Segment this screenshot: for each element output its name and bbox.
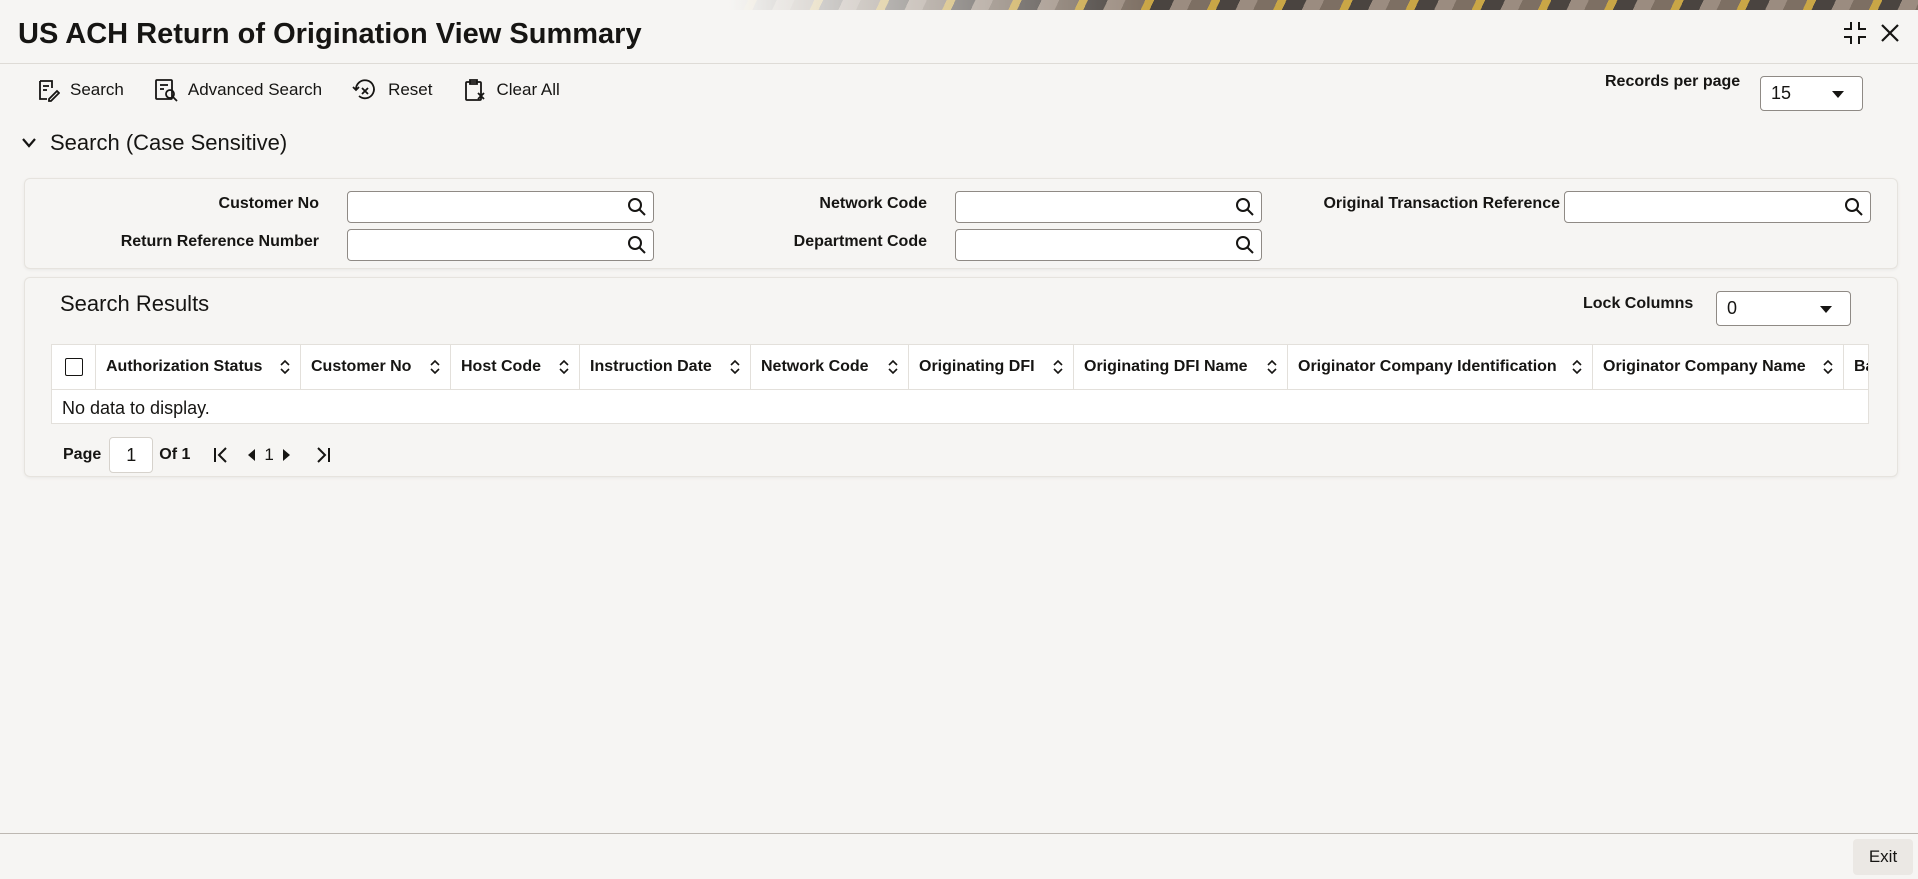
column-label: Instruction Date	[590, 358, 712, 375]
sort-icon	[1267, 359, 1277, 375]
return-reference-number-field[interactable]	[347, 229, 654, 262]
advanced-search-button[interactable]: Advanced Search	[154, 78, 322, 102]
table-header-row: Authorization Status Customer No Host Co…	[52, 345, 1868, 390]
column-originator-company-name[interactable]: Originator Company Name	[1593, 345, 1844, 389]
lock-columns-label: Lock Columns	[1583, 295, 1694, 312]
clear-all-icon	[464, 79, 485, 101]
column-truncated[interactable]: Ba	[1844, 345, 1868, 389]
column-label: Network Code	[761, 358, 869, 375]
search-criteria-panel: Customer No Network Code Original Transa…	[24, 178, 1898, 269]
select-all-cell	[52, 345, 96, 389]
column-originating-dfi-name[interactable]: Originating DFI Name	[1074, 345, 1288, 389]
clear-all-button-label: Clear All	[496, 80, 560, 99]
header-banner-fade	[0, 0, 1918, 10]
department-code-label: Department Code	[793, 233, 927, 250]
records-per-page-select[interactable]: 15	[1760, 76, 1863, 111]
lock-columns-select[interactable]: 0	[1716, 291, 1851, 326]
magnifier-icon[interactable]	[1235, 235, 1255, 260]
column-instruction-date[interactable]: Instruction Date	[580, 345, 751, 389]
results-table: Authorization Status Customer No Host Co…	[51, 344, 1869, 424]
empty-table-message: No data to display.	[62, 398, 210, 418]
department-code-input[interactable]	[956, 230, 1210, 262]
column-label: Authorization Status	[106, 358, 263, 375]
network-code-field[interactable]	[955, 191, 1262, 224]
column-label: Originator Company Identification	[1298, 358, 1557, 375]
sort-icon	[559, 359, 569, 375]
return-reference-number-label: Return Reference Number	[120, 233, 319, 250]
first-page-icon[interactable]	[212, 446, 230, 464]
column-label: Ba	[1854, 358, 1868, 375]
chevron-down-icon	[22, 138, 36, 148]
maximize-icon[interactable]	[1842, 20, 1868, 51]
department-code-field[interactable]	[955, 229, 1262, 262]
advanced-search-icon	[154, 79, 178, 102]
search-section-title: Search (Case Sensitive)	[50, 130, 288, 155]
page-count-label: Of 1	[159, 446, 191, 463]
search-section-toggle[interactable]: Search (Case Sensitive)	[22, 130, 287, 156]
column-originator-company-identification[interactable]: Originator Company Identification	[1288, 345, 1593, 389]
column-label: Originator Company Name	[1603, 358, 1806, 375]
next-page-icon[interactable]	[282, 448, 292, 462]
original-transaction-reference-field[interactable]	[1564, 191, 1871, 224]
magnifier-icon[interactable]	[627, 197, 647, 222]
last-page-icon[interactable]	[314, 446, 332, 464]
customer-no-label: Customer No	[218, 195, 319, 212]
sort-icon	[280, 359, 290, 375]
page-number-input[interactable]: 1	[109, 437, 154, 473]
dropdown-caret-icon	[1832, 90, 1844, 98]
toolbar: Search Advanced Search Reset Clear All	[36, 78, 560, 102]
title-divider	[0, 63, 1918, 64]
search-button[interactable]: Search	[36, 78, 124, 102]
sort-icon	[430, 359, 440, 375]
lock-columns-value: 0	[1727, 298, 1738, 318]
network-code-input[interactable]	[956, 192, 1210, 224]
sort-icon	[1823, 359, 1833, 375]
dropdown-caret-icon	[1820, 305, 1832, 313]
column-label: Originating DFI	[919, 358, 1035, 375]
column-originating-dfi[interactable]: Originating DFI	[909, 345, 1074, 389]
column-label: Originating DFI Name	[1084, 358, 1248, 375]
sort-icon	[1572, 359, 1582, 375]
column-customer-no[interactable]: Customer No	[301, 345, 451, 389]
magnifier-icon[interactable]	[1235, 197, 1255, 222]
current-page-link[interactable]: 1	[264, 445, 273, 465]
network-code-label: Network Code	[819, 195, 927, 212]
reset-button-label: Reset	[388, 80, 433, 99]
magnifier-icon[interactable]	[1844, 197, 1864, 222]
records-per-page-value: 15	[1771, 83, 1792, 103]
customer-no-field[interactable]	[347, 191, 654, 224]
records-per-page-label: Records per page	[1605, 73, 1741, 90]
page-title: US ACH Return of Origination View Summar…	[18, 18, 642, 50]
customer-no-input[interactable]	[348, 192, 602, 224]
clear-all-button[interactable]: Clear All	[463, 78, 560, 102]
column-network-code[interactable]: Network Code	[751, 345, 909, 389]
sort-icon	[1053, 359, 1063, 375]
search-results-title: Search Results	[60, 291, 210, 316]
search-button-label: Search	[70, 80, 124, 99]
column-host-code[interactable]: Host Code	[451, 345, 580, 389]
search-icon	[39, 80, 60, 102]
page-label: Page	[63, 446, 102, 463]
window-controls	[1842, 20, 1900, 51]
column-label: Host Code	[461, 358, 541, 375]
footer-divider	[0, 833, 1918, 834]
column-authorization-status[interactable]: Authorization Status	[96, 345, 301, 389]
original-transaction-reference-label: Original Transaction Reference	[1323, 195, 1560, 212]
advanced-search-button-label: Advanced Search	[187, 80, 323, 99]
sort-icon	[888, 359, 898, 375]
return-reference-number-input[interactable]	[348, 230, 602, 262]
close-icon[interactable]	[1880, 23, 1900, 48]
select-all-checkbox[interactable]	[65, 358, 83, 376]
pagination: Page 1 Of 1 1	[63, 437, 332, 473]
previous-page-icon[interactable]	[246, 448, 256, 462]
sort-icon	[730, 359, 740, 375]
original-transaction-reference-input[interactable]	[1565, 192, 1819, 224]
magnifier-icon[interactable]	[627, 235, 647, 260]
reset-icon	[352, 79, 375, 100]
reset-button[interactable]: Reset	[352, 78, 433, 102]
exit-button[interactable]: Exit	[1853, 839, 1913, 875]
column-label: Customer No	[311, 358, 412, 375]
